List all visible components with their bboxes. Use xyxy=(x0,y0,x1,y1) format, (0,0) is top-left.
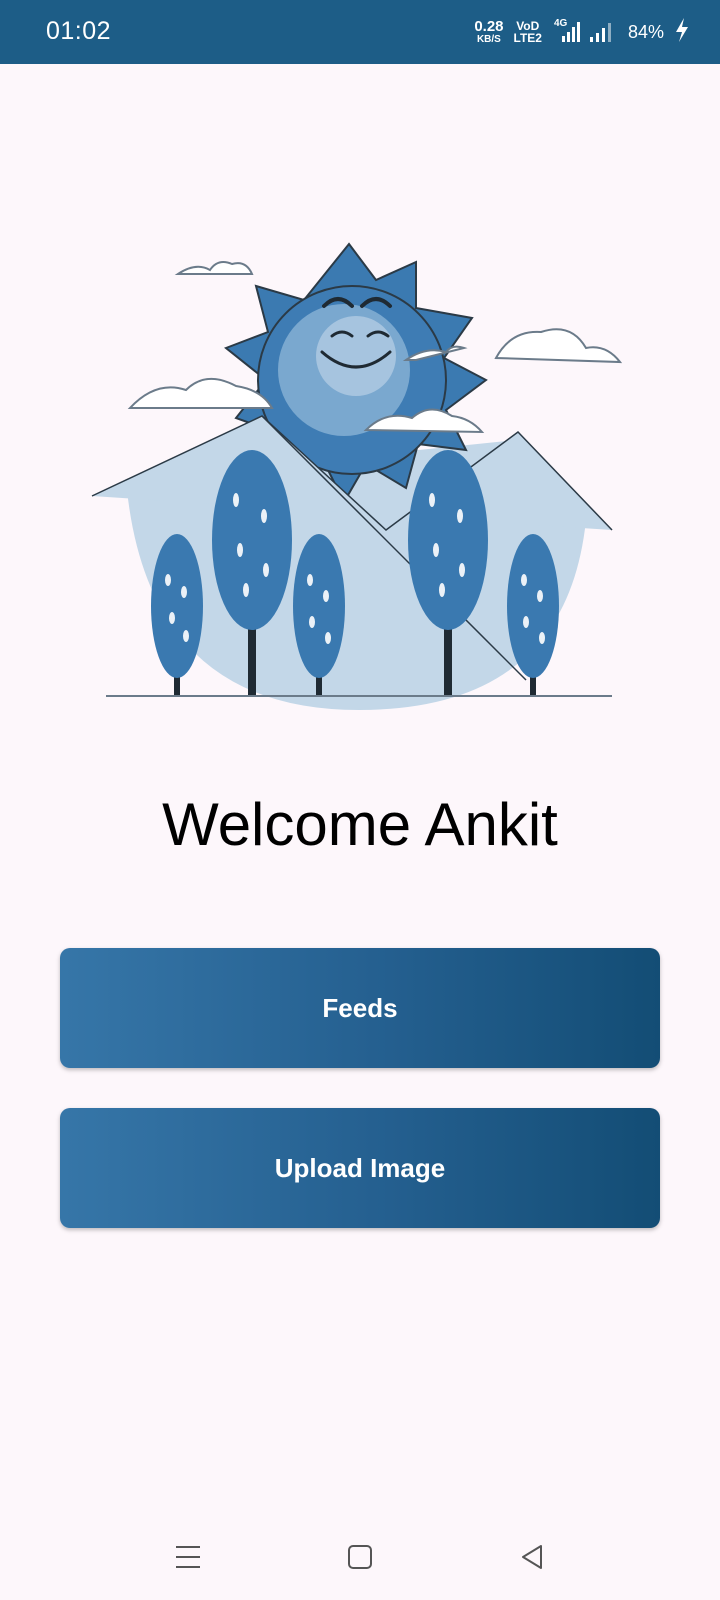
signal-icon: 4G xyxy=(552,18,618,44)
system-nav-bar xyxy=(0,1512,720,1600)
network-speed: 0.28 KB/S xyxy=(474,19,503,45)
menu-icon[interactable] xyxy=(158,1532,218,1582)
volte-bottom: LTE2 xyxy=(513,31,542,45)
status-bar: 01:02 0.28 KB/S VoD LTE2 4G 84% xyxy=(0,0,720,64)
battery-percent: 84% xyxy=(627,21,664,42)
home-icon[interactable] xyxy=(330,1532,390,1582)
feeds-button[interactable]: Feeds xyxy=(60,948,660,1068)
status-time: 01:02 xyxy=(46,17,112,45)
welcome-illustration xyxy=(86,240,632,720)
welcome-title: Welcome Ankit xyxy=(162,791,558,858)
battery-charging-icon xyxy=(674,17,690,48)
back-icon[interactable] xyxy=(502,1532,562,1582)
network-type: 4G xyxy=(553,18,568,29)
network-speed-value: 0.28 xyxy=(474,18,504,35)
network-speed-unit: KB/S xyxy=(476,34,501,45)
volte-indicator: VoD LTE2 xyxy=(514,20,542,44)
status-indicators: 0.28 KB/S VoD LTE2 4G 84% xyxy=(474,14,690,50)
upload-image-button[interactable]: Upload Image xyxy=(60,1108,660,1228)
